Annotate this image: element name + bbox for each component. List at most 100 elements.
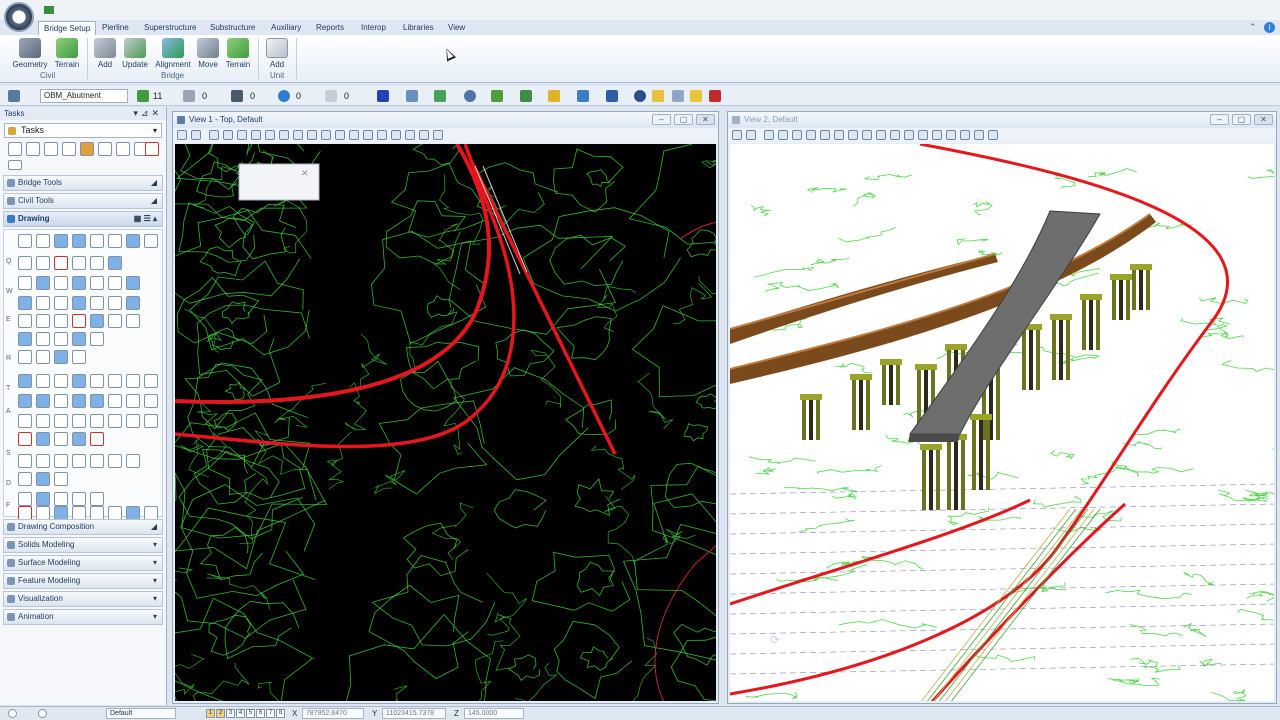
drawing-tool-icon[interactable]: [108, 234, 122, 248]
view-tool-icon[interactable]: [806, 130, 816, 140]
z-coordinate[interactable]: 145.0000: [464, 708, 524, 719]
tab-view[interactable]: View: [443, 21, 470, 35]
priority-value[interactable]: 0: [344, 89, 349, 103]
view-tool-icon[interactable]: [349, 130, 359, 140]
drawing-tool-icon[interactable]: [54, 350, 68, 364]
drawing-tool-icon[interactable]: [72, 492, 86, 506]
drawing-tool-icon[interactable]: [126, 454, 140, 468]
section-bridge-tools[interactable]: Bridge Tools ◢: [3, 175, 163, 191]
view-tool-icon[interactable]: [904, 130, 914, 140]
info-icon[interactable]: [634, 90, 646, 102]
drawing-tool-icon[interactable]: [90, 234, 104, 248]
style-icon[interactable]: [183, 90, 195, 102]
drawing-tool-icon[interactable]: [36, 314, 50, 328]
drawing-tool-icon[interactable]: [18, 492, 32, 506]
view-tool-icon[interactable]: [191, 130, 201, 140]
view-tool-icon[interactable]: [820, 130, 830, 140]
drawing-tool-icon[interactable]: [54, 314, 68, 328]
select-icon[interactable]: [8, 142, 22, 156]
view-tool-icon[interactable]: [237, 130, 247, 140]
cancel-icon[interactable]: [709, 90, 721, 102]
geometry-button[interactable]: Geometry: [12, 38, 48, 72]
maximize-button[interactable]: ▢: [1232, 114, 1251, 125]
view-tool-icon[interactable]: [419, 130, 429, 140]
drawing-tool-icon[interactable]: [54, 472, 68, 486]
view-tool-icon[interactable]: [876, 130, 886, 140]
drawing-tool-icon[interactable]: [90, 454, 104, 468]
drawing-tool-icon[interactable]: [126, 374, 140, 388]
view-tool-icon[interactable]: [918, 130, 928, 140]
lock-icon[interactable]: [80, 142, 94, 156]
drawing-tool-icon[interactable]: [90, 276, 104, 290]
drawing-tool-icon[interactable]: [90, 414, 104, 428]
weight-icon[interactable]: [231, 90, 243, 102]
drawing-tool-icon[interactable]: [108, 454, 122, 468]
view-1-titlebar[interactable]: View 1 - Top, Default – ▢ ✕: [173, 112, 718, 128]
view-tool-icon[interactable]: [307, 130, 317, 140]
maximize-button[interactable]: ▢: [674, 114, 693, 125]
color-icon[interactable]: [137, 90, 149, 102]
drawing-tool-icon[interactable]: [126, 506, 140, 520]
search-icon[interactable]: [652, 90, 664, 102]
drawing-tool-icon[interactable]: [126, 394, 140, 408]
view-tool-icon[interactable]: [265, 130, 275, 140]
section-solids-modeling[interactable]: Solids Modeling ▾: [3, 537, 163, 553]
view-7-toggle[interactable]: 7: [266, 709, 275, 718]
drawing-tool-icon[interactable]: [90, 506, 104, 520]
drawing-tool-icon[interactable]: [18, 332, 32, 346]
tab-interop[interactable]: Interop: [356, 21, 391, 35]
group-icon[interactable]: [98, 142, 112, 156]
tab-substructure[interactable]: Substructure: [205, 21, 260, 35]
transparency-icon[interactable]: [278, 90, 290, 102]
transparency-value[interactable]: 0: [296, 89, 301, 103]
drawing-tool-icon[interactable]: [72, 432, 86, 446]
view-2-window[interactable]: View 2, Default – ▢ ✕ ⟳: [727, 111, 1277, 704]
view-tool-icon[interactable]: [960, 130, 970, 140]
minimize-button[interactable]: –: [1210, 114, 1229, 125]
view-tool-icon[interactable]: [890, 130, 900, 140]
level-dropdown[interactable]: OBM_Abutment: [40, 89, 128, 103]
view-tool-icon[interactable]: [321, 130, 331, 140]
drawing-tool-icon[interactable]: [18, 350, 32, 364]
drawing-tool-icon[interactable]: [36, 472, 50, 486]
tab-auxiliary[interactable]: Auxiliary: [266, 21, 306, 35]
fence-clip-icon[interactable]: [62, 142, 76, 156]
drawing-tool-icon[interactable]: [36, 234, 50, 248]
drawing-tool-icon[interactable]: [90, 394, 104, 408]
drawing-tool-icon[interactable]: [54, 374, 68, 388]
view-1-canvas[interactable]: ✕: [175, 144, 716, 701]
drawing-tool-icon[interactable]: [144, 506, 158, 520]
save-settings-icon[interactable]: [690, 90, 702, 102]
view-3-toggle[interactable]: 3: [226, 709, 235, 718]
task-selector-dropdown[interactable]: Tasks ▾: [4, 123, 162, 138]
drawing-tool-icon[interactable]: [18, 472, 32, 486]
drawing-tool-icon[interactable]: [36, 296, 50, 310]
view-tool-icon[interactable]: [988, 130, 998, 140]
level-display-icon[interactable]: [548, 90, 560, 102]
drawing-tool-icon[interactable]: [144, 374, 158, 388]
model-dropdown[interactable]: Default: [106, 708, 176, 719]
drawing-tool-icon[interactable]: [36, 454, 50, 468]
drawing-tool-icon[interactable]: [36, 256, 50, 270]
drawing-tool-icon[interactable]: [36, 374, 50, 388]
section-civil-tools[interactable]: Civil Tools ◢: [3, 193, 163, 209]
drawing-tool-icon[interactable]: [18, 432, 32, 446]
view-tool-icon[interactable]: [778, 130, 788, 140]
view-2-canvas[interactable]: ⟳: [730, 144, 1274, 701]
y-coordinate[interactable]: 11023415.7378: [382, 708, 446, 719]
fence-modify-icon[interactable]: [44, 142, 58, 156]
drawing-tool-icon[interactable]: [72, 314, 86, 328]
view-tool-icon[interactable]: [932, 130, 942, 140]
drawing-tool-icon[interactable]: [108, 414, 122, 428]
drawing-tool-icon[interactable]: [54, 492, 68, 506]
references-icon[interactable]: [464, 90, 476, 102]
settings-icon[interactable]: [8, 709, 17, 718]
drawing-tool-icon[interactable]: [90, 374, 104, 388]
app-logo[interactable]: 3: [4, 2, 34, 32]
view-tool-icon[interactable]: [433, 130, 443, 140]
help-icon[interactable]: i: [1264, 22, 1275, 33]
views-icon[interactable]: [377, 90, 389, 102]
section-surface-modeling[interactable]: Surface Modeling ▾: [3, 555, 163, 571]
drawing-tool-icon[interactable]: [72, 256, 86, 270]
view-tool-icon[interactable]: [974, 130, 984, 140]
